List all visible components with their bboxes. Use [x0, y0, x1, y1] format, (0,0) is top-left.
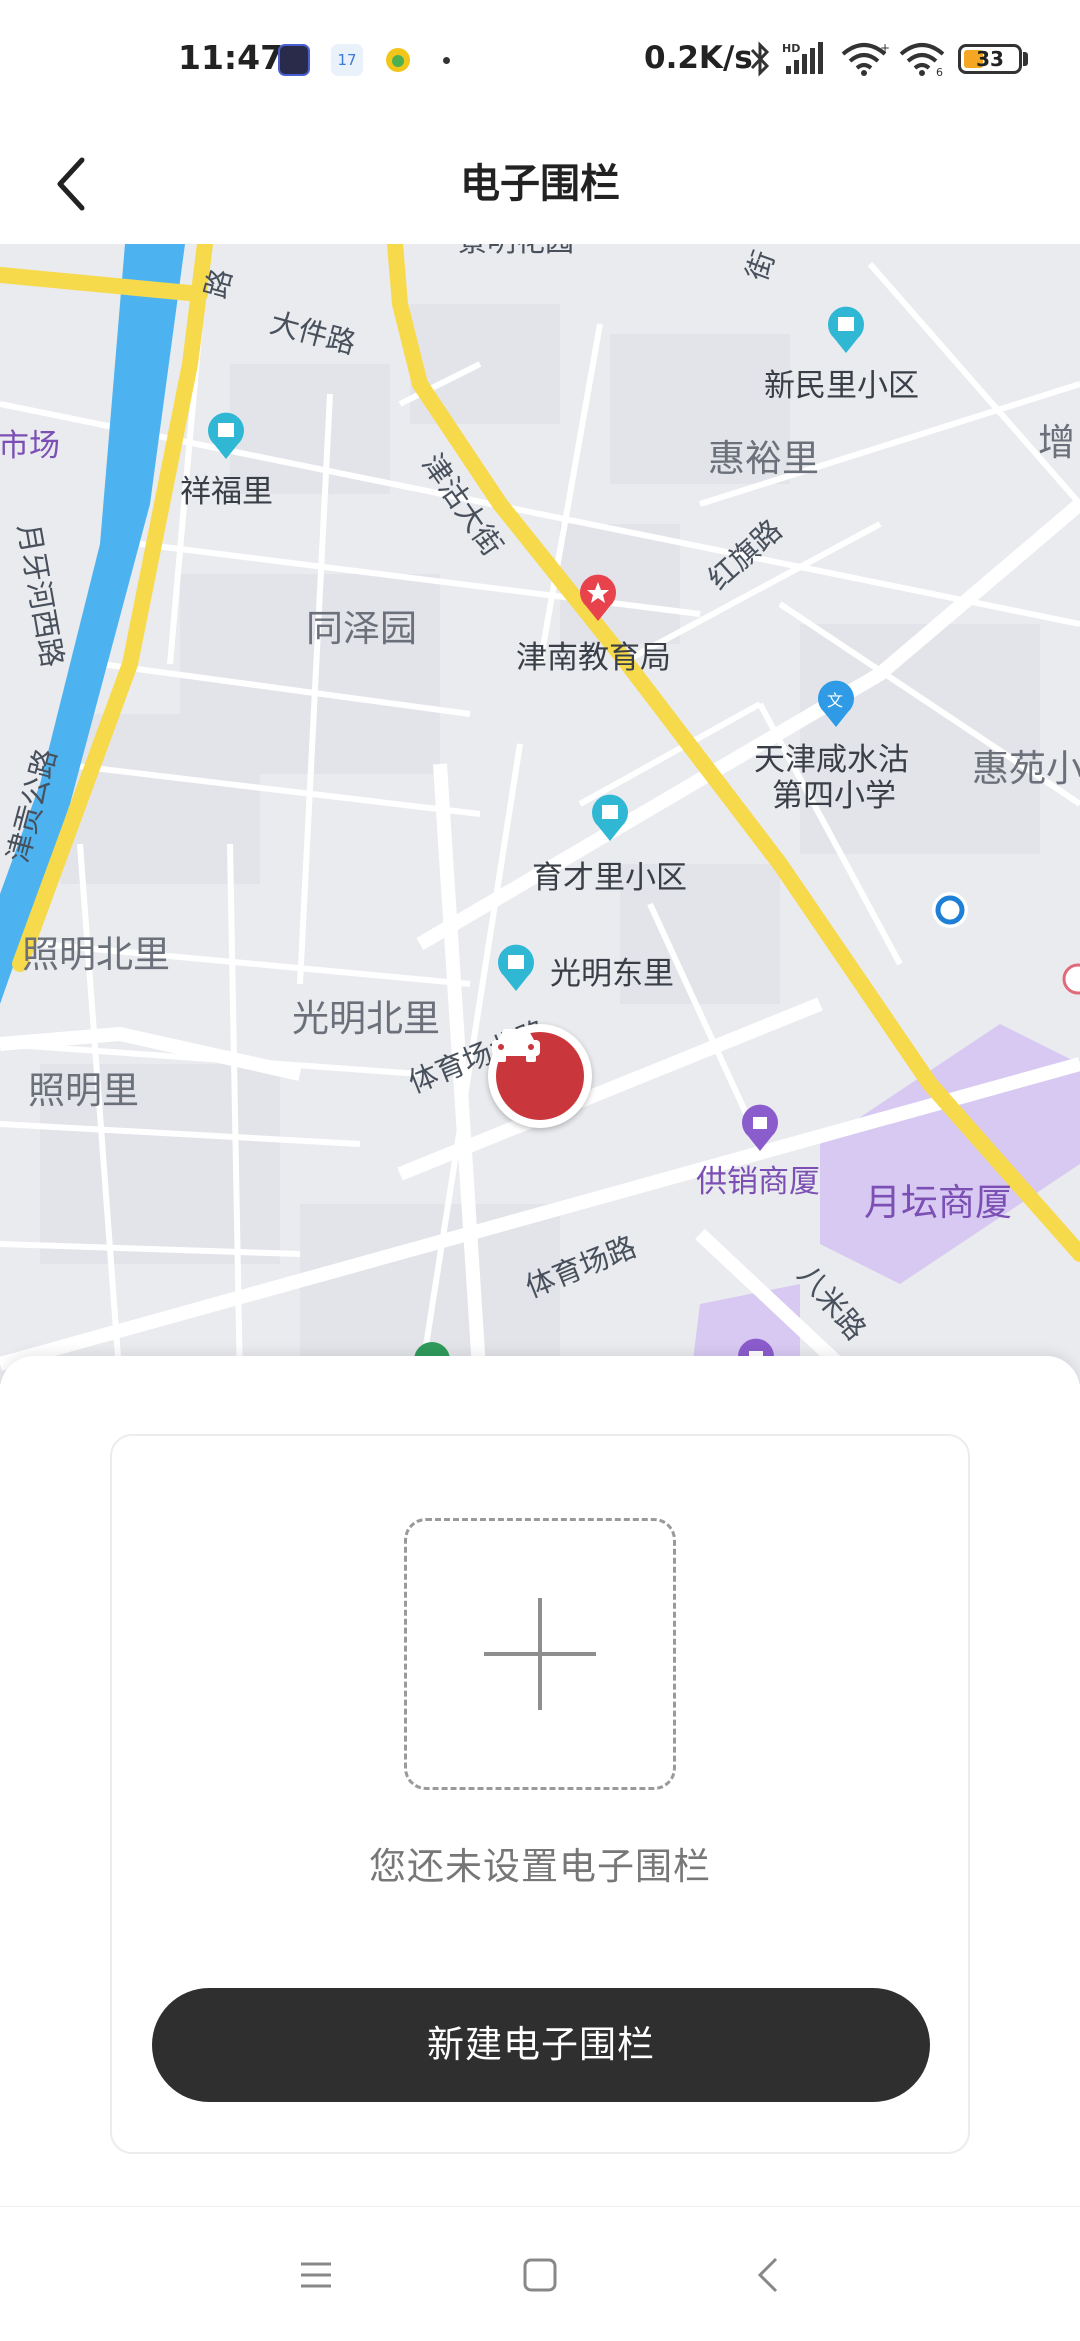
map-label-top-partial: 景明花园	[458, 244, 574, 260]
chevron-left-icon	[57, 157, 85, 211]
svg-text:+: +	[880, 41, 890, 55]
vehicle-location-marker[interactable]	[488, 1024, 592, 1128]
map-label-zhaomingli: 照明里	[28, 1069, 139, 1112]
battery-icon: 33	[958, 44, 1022, 74]
residential-pin-icon	[498, 944, 534, 991]
plus-icon	[484, 1598, 596, 1710]
system-back-button[interactable]	[736, 2243, 800, 2307]
map-label-xianshuigu-2: 第四小学	[772, 778, 896, 814]
map-label-yuetan: 月坛商厦	[864, 1181, 1012, 1224]
map-label-xiangfuli: 祥福里	[180, 474, 273, 510]
map-label-huiyuan: 惠苑小	[972, 747, 1080, 790]
map-label-huiyuli: 惠裕里	[708, 437, 819, 480]
svg-text:文: 文	[827, 691, 843, 710]
car-icon	[492, 1029, 540, 1062]
page-title: 电子围栏	[460, 161, 620, 207]
map-label-guangmingbeili: 光明北里	[292, 997, 440, 1040]
residential-pin-icon	[828, 306, 864, 353]
app-icon-1	[278, 44, 310, 76]
app-header: 电子围栏	[0, 124, 1080, 244]
net-speed: 0.2K/s	[644, 40, 753, 76]
map-label-xinminli: 新民里小区	[764, 368, 919, 404]
school-pin-icon: 文	[818, 680, 854, 727]
map-view[interactable]: 景明花园 街 路 大件路 津沽大街 新民里小区 惠裕里 增 市场 祥福里 月牙河…	[0, 244, 1080, 1384]
app-icon-3	[382, 44, 414, 76]
bank-pin-icon	[932, 892, 968, 928]
hotspot-icon: 6	[898, 40, 948, 82]
status-bar: 11:47 17 0.2K/s HD + 6 33	[0, 0, 1080, 124]
svg-text:6: 6	[936, 66, 943, 78]
back-button[interactable]	[40, 142, 104, 226]
notification-dot	[443, 57, 450, 64]
bluetooth-icon	[748, 40, 772, 82]
map-label-zeng: 增	[1038, 421, 1075, 464]
fence-empty-card: 您还未设置电子围栏 新建电子围栏	[110, 1434, 970, 2154]
map-label-zhaomingbeili: 照明北里	[22, 933, 170, 976]
signal-icon: HD	[782, 40, 828, 82]
system-nav-bar	[0, 2206, 1080, 2341]
map-label-tongzeyuan: 同泽园	[306, 607, 417, 650]
residential-pin-icon	[592, 794, 628, 841]
menu-icon	[301, 2262, 331, 2288]
home-button[interactable]	[508, 2243, 572, 2307]
shopping-pin-icon	[742, 1104, 778, 1151]
menu-button[interactable]	[284, 2243, 348, 2307]
star-pin-icon	[580, 574, 616, 621]
map-label-yucaili: 育才里小区	[532, 860, 687, 896]
svg-text:HD: HD	[782, 42, 800, 55]
map-label-guangmingdongli: 光明东里	[550, 956, 674, 992]
battery-cap	[1023, 52, 1028, 66]
battery-level: 33	[976, 47, 1004, 71]
status-time: 11:47	[178, 38, 284, 77]
create-fence-button[interactable]: 新建电子围栏	[152, 1988, 930, 2102]
wifi-icon: +	[840, 40, 890, 82]
add-fence-box[interactable]	[404, 1518, 676, 1790]
home-icon	[523, 2258, 557, 2292]
calendar-icon: 17	[331, 44, 363, 76]
map-label-gongxiao: 供销商厦	[696, 1164, 820, 1200]
fence-bottom-sheet: 您还未设置电子围栏 新建电子围栏	[0, 1356, 1080, 2206]
back-icon	[757, 2257, 778, 2293]
map-label-jinnan-edu: 津南教育局	[516, 640, 671, 676]
empty-fence-message: 您还未设置电子围栏	[369, 1845, 711, 1888]
residential-pin-icon	[208, 412, 244, 459]
map-label-shichang: 市场	[0, 428, 60, 464]
